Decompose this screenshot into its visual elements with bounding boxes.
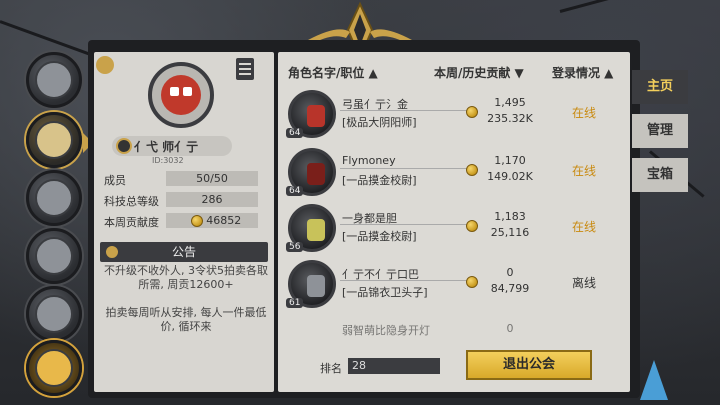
category-button-face[interactable] [26, 170, 82, 226]
member-level: 64 [286, 128, 304, 138]
face-icon [35, 179, 73, 217]
member-week-contrib: 0 [506, 322, 514, 335]
coin-icon [466, 164, 478, 176]
tab-home[interactable]: 主页 [632, 70, 688, 104]
rank-value: 28 [348, 358, 440, 374]
notice-title: 公告 [100, 242, 268, 262]
category-button-crest[interactable] [26, 340, 82, 396]
stat-label-members: 成员 [104, 174, 126, 187]
skull-icon [35, 295, 73, 333]
category-button-skull[interactable] [26, 286, 82, 342]
category-button-helmet[interactable] [26, 228, 82, 284]
member-week-contrib: 0 [506, 266, 514, 279]
notice-quill-icon[interactable] [104, 244, 120, 260]
coin-icon [466, 220, 478, 232]
guild-avatar[interactable] [148, 62, 214, 128]
member-row[interactable]: 64 Flymoney [一品摸金校尉] 1,170 149.02K 在线 [284, 146, 624, 200]
coin-icon [466, 276, 478, 288]
guild-id: ID:3032 [152, 156, 184, 165]
member-row[interactable]: 64 弓虽亻亍氵金 [极品大阴阳师] 1,495 235.32K 在线 [284, 88, 624, 142]
mask-icon [35, 61, 73, 99]
dark-armor-icon [307, 163, 325, 185]
header-status[interactable]: 登录情况 ▲ [552, 64, 613, 81]
divider [340, 110, 468, 111]
guild-emblem-icon [35, 121, 73, 159]
divider [340, 168, 468, 169]
member-level: 56 [286, 242, 304, 252]
member-title: [极品大阴阳师] [342, 116, 417, 129]
red-armor-icon [307, 105, 325, 127]
leave-guild-button[interactable]: 退出公会 [466, 350, 592, 380]
member-week-contrib: 1,183 [494, 210, 526, 223]
member-status: 在线 [571, 106, 596, 120]
member-row[interactable]: 61 亻亍不亻亍口巴 [一品锦衣卫头子] 0 84,799 离线 [284, 258, 624, 312]
quill-icon [96, 56, 114, 74]
member-row[interactable]: 56 一身都是胆 [一品摸金校尉] 1,183 25,116 在线 [284, 202, 624, 256]
stat-label-tech: 科技总等级 [104, 195, 159, 208]
member-level: 61 [286, 298, 304, 308]
member-row[interactable]: 弱智萌比隐身开灯 0 [284, 314, 624, 338]
member-week-contrib: 1,170 [494, 154, 526, 167]
tab-manage[interactable]: 管理 [632, 114, 688, 148]
rank-label: 排名 [320, 362, 342, 375]
member-status: 在线 [571, 164, 596, 178]
header-name[interactable]: 角色名字/职位 ▲ [288, 64, 378, 81]
coin-icon [190, 215, 203, 227]
category-button-mask[interactable] [26, 52, 82, 108]
member-total-contrib: 235.32K [487, 112, 533, 125]
member-title: [一品摸金校尉] [342, 174, 417, 187]
member-total-contrib: 149.02K [487, 170, 533, 183]
stat-value-members: 50/50 [166, 171, 258, 186]
member-title: [一品摸金校尉] [342, 230, 417, 243]
crest-icon [35, 349, 73, 387]
mask-icon [307, 275, 325, 297]
demon-emblem-icon [161, 75, 201, 115]
divider [340, 280, 468, 281]
edit-name-icon[interactable] [116, 138, 132, 154]
member-status: 离线 [571, 276, 596, 290]
member-name: 弱智萌比隐身开灯 [342, 324, 430, 337]
header-contrib[interactable]: 本周/历史贡献 ▼ [434, 64, 524, 81]
stat-label-weekly: 本周贡献度 [104, 216, 159, 229]
crystal-icon [640, 360, 668, 400]
divider [340, 224, 468, 225]
goggles-icon [307, 219, 325, 241]
helmet-icon [35, 237, 73, 275]
member-status: 在线 [571, 220, 596, 234]
stat-value-weekly-text: 46852 [206, 214, 242, 227]
member-total-contrib: 25,116 [490, 226, 530, 239]
tab-chest[interactable]: 宝箱 [632, 158, 688, 192]
category-button-guild[interactable] [26, 112, 93, 168]
member-total-contrib: 84,799 [490, 282, 530, 295]
member-week-contrib: 1,495 [494, 96, 526, 109]
coin-icon [466, 106, 478, 118]
stat-value-tech: 286 [166, 192, 258, 207]
member-level: 64 [286, 186, 304, 196]
stat-value-weekly: 46852 [166, 213, 258, 228]
member-title: [一品锦衣卫头子] [342, 286, 428, 299]
member-name: Flymoney [342, 154, 396, 167]
guild-log-icon[interactable] [236, 58, 254, 80]
notice-text: 不升级不收外人, 3令状5拍卖各取所需, 周贡12600+ 拍卖每周听从安排, … [104, 264, 268, 333]
